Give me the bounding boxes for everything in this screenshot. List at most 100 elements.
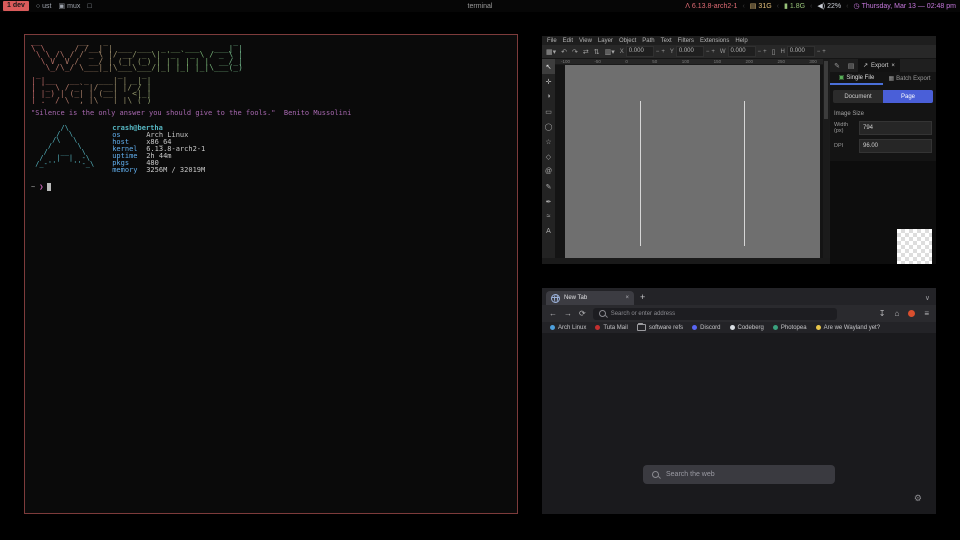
ellipse-tool-icon[interactable]: ◯: [542, 119, 555, 134]
lock-ratio-icon[interactable]: ▯: [772, 48, 776, 56]
y-input[interactable]: 0.000: [676, 46, 704, 57]
menu-object[interactable]: Object: [619, 38, 636, 44]
menu-help[interactable]: Help: [735, 38, 747, 44]
scrollbar-thumb[interactable]: [824, 61, 828, 119]
export-icon: ↗: [863, 62, 868, 69]
star-tool-icon[interactable]: ☆: [542, 134, 555, 149]
w-field: W 0.000 − +: [720, 46, 767, 57]
bookmark-are-we-wayland-yet[interactable]: Are we Wayland yet?: [816, 325, 880, 331]
spiral-tool-icon[interactable]: @: [542, 164, 555, 179]
pencil-tool-icon[interactable]: ✎: [542, 179, 555, 194]
tab-new-tab[interactable]: New Tab ×: [546, 291, 634, 305]
canvas[interactable]: [555, 65, 823, 258]
close-tab-icon[interactable]: ×: [625, 295, 629, 301]
shape-builder-tool-icon[interactable]: ◑: [542, 89, 555, 104]
node-tool-icon[interactable]: ✛: [542, 74, 555, 89]
y-plus-button[interactable]: +: [711, 49, 715, 55]
layers-icon[interactable]: ▤: [844, 62, 858, 70]
selector-toolbar: ▦▾ ↶ ↷ ⇄ ⇅ ▥▾ X 0.000 − + Y 0.000 − + W …: [542, 45, 936, 59]
ruler-tick: 0: [625, 59, 628, 64]
bookmark-photopea[interactable]: Photopea: [773, 325, 807, 331]
new-tab-button[interactable]: +: [640, 292, 645, 302]
menu-edit[interactable]: Edit: [563, 38, 573, 44]
tab-batch-export[interactable]: ▦ Batch Export: [883, 72, 936, 85]
drawn-path-line[interactable]: [744, 101, 745, 246]
url-bar[interactable]: Search or enter address: [593, 308, 837, 320]
bookmark-codeberg[interactable]: Codeberg: [730, 325, 764, 331]
back-button[interactable]: ←: [549, 309, 557, 318]
single-file-icon: ▣: [839, 74, 845, 81]
menu-extensions[interactable]: Extensions: [700, 38, 729, 44]
flip-horizontal-icon[interactable]: ⇄: [583, 48, 589, 56]
menu-layer[interactable]: Layer: [598, 38, 613, 44]
dpi-input[interactable]: 96.00: [859, 139, 932, 153]
bookmark-discord[interactable]: Discord: [692, 325, 720, 331]
menu-view[interactable]: View: [579, 38, 592, 44]
rotate-cw-icon[interactable]: ↷: [572, 48, 578, 56]
arch-ascii-logo: /\ / \ /\ \ / \ / __ \ / | | -\ /_-'' ''…: [31, 125, 94, 174]
dpi-label: DPI: [834, 143, 856, 149]
x-field: X 0.000 − +: [620, 46, 665, 57]
reload-button[interactable]: ⟳: [579, 309, 586, 318]
gear-icon[interactable]: ⚙: [914, 493, 922, 504]
favicon: [550, 325, 555, 330]
toolbox: ↖ ✛ ◑ ▭ ◯ ☆ ◇ @ ✎ ✒ ≈ A: [542, 59, 555, 264]
document-button[interactable]: Document: [833, 90, 883, 103]
tab-list-chevron-icon[interactable]: ∨: [925, 294, 930, 302]
y-minus-button[interactable]: −: [706, 49, 710, 55]
x-input[interactable]: 0.000: [626, 46, 654, 57]
selector-tool-icon[interactable]: ↖: [542, 59, 555, 74]
menu-path[interactable]: Path: [642, 38, 654, 44]
pen-tool-icon[interactable]: ✒: [542, 194, 555, 209]
width-input[interactable]: 794: [859, 121, 932, 135]
document-page[interactable]: [565, 65, 820, 258]
rectangle-tool-icon[interactable]: ▭: [542, 104, 555, 119]
ruler-tick: 150: [714, 59, 722, 64]
page-button[interactable]: Page: [883, 90, 933, 103]
menu-icon[interactable]: ≡: [924, 309, 929, 318]
home-icon[interactable]: ⌂: [894, 309, 899, 318]
favicon: [692, 325, 697, 330]
export-dialog-tab[interactable]: ↗ Export ×: [858, 59, 900, 72]
forward-button[interactable]: →: [564, 309, 572, 318]
h-plus-button[interactable]: +: [822, 49, 826, 55]
x-minus-button[interactable]: −: [656, 49, 660, 55]
tab-single-file[interactable]: ▣ Single File: [830, 72, 883, 85]
fetch-info: crash@bertha os Arch Linux host x86_64 k…: [112, 125, 205, 174]
web-search-input[interactable]: Search the web: [643, 465, 835, 484]
w-input[interactable]: 0.000: [728, 46, 756, 57]
canvas-scrollbar[interactable]: [823, 59, 829, 258]
w-minus-button[interactable]: −: [758, 49, 762, 55]
h-input[interactable]: 0.000: [787, 46, 815, 57]
box3d-tool-icon[interactable]: ◇: [542, 149, 555, 164]
x-plus-button[interactable]: +: [661, 49, 665, 55]
calligraphy-tool-icon[interactable]: ≈: [542, 209, 555, 224]
align-dropdown[interactable]: ▥▾: [605, 48, 615, 56]
bookmark-arch-linux[interactable]: Arch Linux: [550, 325, 586, 331]
close-icon[interactable]: ×: [891, 63, 895, 69]
flip-vertical-icon[interactable]: ⇅: [594, 48, 600, 56]
ruler-tick: 300: [809, 59, 817, 64]
rotate-ccw-icon[interactable]: ↶: [561, 48, 567, 56]
batch-export-label: Batch Export: [896, 76, 930, 82]
bookmark-folder-software-refs[interactable]: software refs: [637, 324, 683, 331]
menu-text[interactable]: Text: [661, 38, 672, 44]
extension-icon[interactable]: [908, 310, 915, 317]
url-placeholder: Search or enter address: [611, 311, 675, 317]
shell-prompt[interactable]: ~ ❯: [31, 183, 511, 191]
w-plus-button[interactable]: +: [763, 49, 767, 55]
downloads-icon[interactable]: ↧: [879, 309, 886, 318]
drawn-path-line[interactable]: [640, 101, 641, 246]
menu-filters[interactable]: Filters: [678, 38, 694, 44]
selection-mode-dropdown[interactable]: ▦▾: [546, 48, 556, 56]
ruler-tick: 100: [682, 59, 690, 64]
pencil-icon[interactable]: ✎: [830, 62, 844, 70]
bookmarks-bar: Arch Linux Tuta Mail software refs Disco…: [542, 322, 936, 333]
terminal-window[interactable]: __ __ _ _ \ \ / /__| | ___ ___ _ __ ___ …: [24, 34, 518, 514]
status-bar: 1 dev ○ ust ▣ mux □ terminal Λ 6.13.8-ar…: [0, 0, 960, 12]
bookmark-tuta-mail[interactable]: Tuta Mail: [595, 325, 627, 331]
tab-bar: New Tab × + ∨: [542, 288, 936, 305]
text-tool-icon[interactable]: A: [542, 224, 555, 239]
h-minus-button[interactable]: −: [817, 49, 821, 55]
menu-file[interactable]: File: [547, 38, 557, 44]
